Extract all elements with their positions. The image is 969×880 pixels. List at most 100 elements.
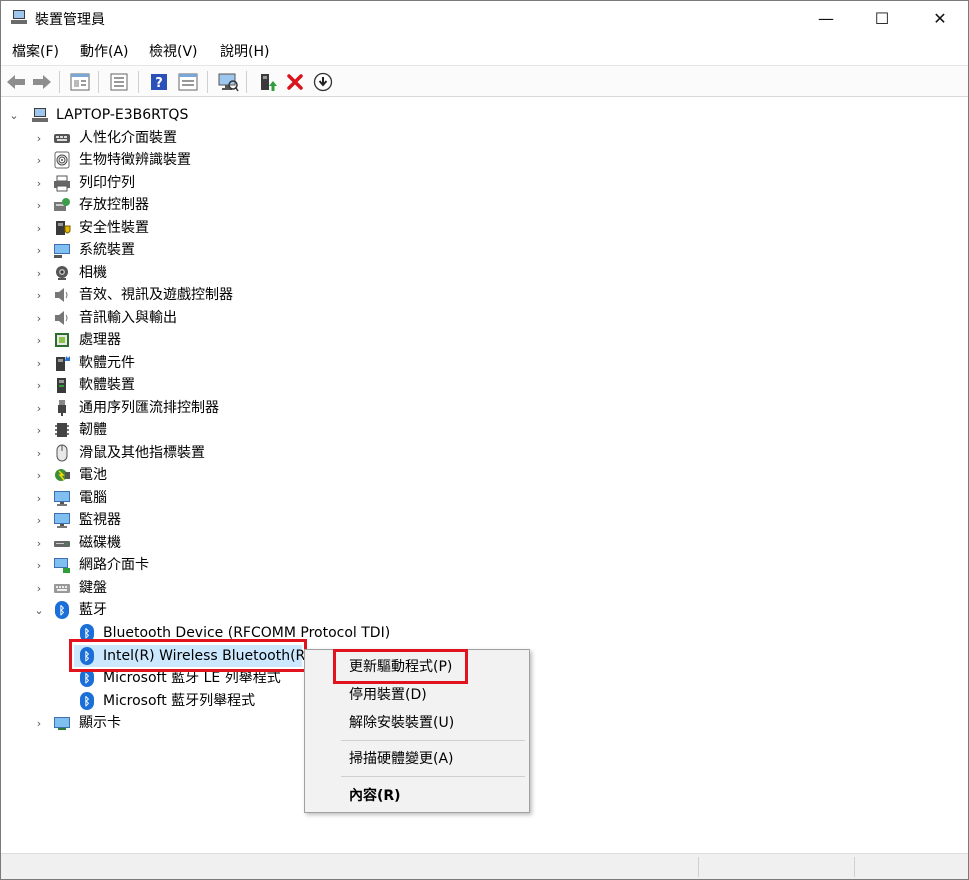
menu-file[interactable]: 檔案(F) bbox=[12, 41, 59, 61]
device-list-button[interactable] bbox=[108, 71, 130, 93]
forward-button[interactable] bbox=[31, 71, 53, 93]
device-manager-icon bbox=[11, 10, 27, 24]
tree-category-disk-drive[interactable]: › 磁碟機 bbox=[1, 532, 321, 554]
chevron-right-icon[interactable]: › bbox=[32, 149, 46, 171]
chevron-right-icon[interactable]: › bbox=[32, 712, 46, 734]
disable-device-button[interactable] bbox=[312, 71, 334, 93]
close-button[interactable]: ✕ bbox=[912, 1, 968, 35]
menu-view[interactable]: 檢視(V) bbox=[149, 41, 198, 61]
chevron-right-icon[interactable]: › bbox=[32, 284, 46, 306]
tree-item-label: 存放控制器 bbox=[79, 197, 149, 213]
context-menu: 更新驅動程式(P) 停用裝置(D) 解除安裝裝置(U) 掃描硬體變更(A) 內容… bbox=[304, 649, 530, 813]
chevron-right-icon[interactable]: › bbox=[32, 464, 46, 486]
bluetooth-icon: ᛒ bbox=[80, 647, 94, 665]
tree-item-label: 相機 bbox=[79, 265, 107, 281]
chevron-right-icon[interactable]: › bbox=[32, 532, 46, 554]
chevron-right-icon[interactable]: › bbox=[32, 127, 46, 149]
system-device-icon bbox=[54, 244, 70, 258]
tree-item-bt-le-enum[interactable]: ᛒ Microsoft 藍牙 LE 列舉程式 bbox=[1, 667, 301, 689]
tree-category-audio-io[interactable]: › 音訊輸入與輸出 bbox=[1, 307, 321, 329]
uninstall-button[interactable] bbox=[284, 71, 306, 93]
tree-category-display-adapter[interactable]: › 顯示卡 bbox=[1, 712, 301, 734]
tree-category-firmware[interactable]: › 韌體 bbox=[1, 419, 321, 441]
security-device-icon bbox=[56, 221, 71, 235]
tree-category-security-device[interactable]: › 安全性裝置 bbox=[1, 217, 321, 239]
minimize-button[interactable]: — bbox=[798, 1, 854, 35]
chevron-right-icon[interactable]: › bbox=[32, 352, 46, 374]
properties-view-button[interactable] bbox=[69, 71, 91, 93]
bluetooth-icon: ᛒ bbox=[80, 624, 94, 642]
tree-category-speaker[interactable]: › 音效、視訊及遊戲控制器 bbox=[1, 284, 321, 306]
chevron-right-icon[interactable]: › bbox=[32, 262, 46, 284]
tree-category-processor[interactable]: › 處理器 bbox=[1, 329, 321, 351]
chevron-down-icon[interactable]: ⌄ bbox=[32, 599, 46, 621]
tree-category-keyboard[interactable]: › 鍵盤 bbox=[1, 577, 321, 599]
tree-category-usb[interactable]: › 通用序列匯流排控制器 bbox=[1, 397, 321, 419]
tree-root[interactable]: ⌄ LAPTOP-E3B6RTQS bbox=[1, 104, 301, 126]
tree-item-label: 軟體裝置 bbox=[79, 377, 135, 393]
tree-item-bt-rfcomm[interactable]: ᛒ Bluetooth Device (RFCOMM Protocol TDI) bbox=[1, 622, 421, 644]
chevron-right-icon[interactable]: › bbox=[32, 397, 46, 419]
menu-action[interactable]: 動作(A) bbox=[80, 41, 129, 61]
back-button[interactable] bbox=[5, 71, 27, 93]
help-icon: ? bbox=[151, 74, 167, 91]
tree-item-label: 音效、視訊及遊戲控制器 bbox=[79, 287, 233, 303]
usb-icon bbox=[58, 400, 66, 416]
tree-category-network-adapter[interactable]: › 網路介面卡 bbox=[1, 554, 321, 576]
tree-category-fingerprint[interactable]: › 生物特徵辨識裝置 bbox=[1, 149, 321, 171]
ctx-scan-hardware[interactable]: 掃描硬體變更(A) bbox=[305, 745, 529, 773]
uninstall-icon bbox=[287, 74, 303, 90]
bluetooth-icon: ᛒ bbox=[55, 601, 69, 619]
forward-arrow-icon bbox=[33, 75, 51, 89]
tree-item-label: 網路介面卡 bbox=[79, 557, 149, 573]
tree-category-camera[interactable]: › 相機 bbox=[1, 262, 321, 284]
tree-item-label: Bluetooth Device (RFCOMM Protocol TDI) bbox=[103, 625, 391, 641]
ctx-update-driver[interactable]: 更新驅動程式(P) bbox=[305, 653, 529, 681]
tree-category-system-device[interactable]: › 系統裝置 bbox=[1, 239, 321, 261]
view-button[interactable] bbox=[177, 71, 199, 93]
tree-category-hid[interactable]: › 人性化介面裝置 bbox=[1, 127, 321, 149]
chevron-right-icon[interactable]: › bbox=[32, 217, 46, 239]
fingerprint-icon bbox=[54, 151, 70, 169]
chevron-right-icon[interactable]: › bbox=[32, 307, 46, 329]
chevron-right-icon[interactable]: › bbox=[32, 577, 46, 599]
tree-category-mouse[interactable]: › 滑鼠及其他指標裝置 bbox=[1, 442, 321, 464]
chevron-right-icon[interactable]: › bbox=[32, 239, 46, 261]
chevron-right-icon[interactable]: › bbox=[32, 329, 46, 351]
help-button[interactable]: ? bbox=[148, 71, 170, 93]
ctx-disable-device[interactable]: 停用裝置(D) bbox=[305, 681, 529, 709]
update-driver-button[interactable] bbox=[256, 71, 278, 93]
minimize-icon: — bbox=[818, 8, 834, 28]
chevron-right-icon[interactable]: › bbox=[32, 509, 46, 531]
tree-category-software-component[interactable]: › 軟體元件 bbox=[1, 352, 321, 374]
tree-category-computer[interactable]: › 電腦 bbox=[1, 487, 321, 509]
chevron-right-icon[interactable]: › bbox=[32, 374, 46, 396]
tree-item-label: 系統裝置 bbox=[79, 242, 135, 258]
maximize-button[interactable]: ☐ bbox=[854, 1, 910, 35]
tree-category-software-device[interactable]: › 軟體裝置 bbox=[1, 374, 321, 396]
tree-category-battery[interactable]: › 電池 bbox=[1, 464, 321, 486]
hid-icon bbox=[54, 134, 70, 143]
tree-item-bt-intel[interactable]: ᛒ Intel(R) Wireless Bluetooth(R) bbox=[74, 645, 311, 667]
tree-category-storage-controller[interactable]: › 存放控制器 bbox=[1, 194, 321, 216]
menu-help[interactable]: 說明(H) bbox=[220, 41, 269, 61]
chevron-right-icon[interactable]: › bbox=[32, 419, 46, 441]
chevron-right-icon[interactable]: › bbox=[32, 442, 46, 464]
chevron-right-icon[interactable]: › bbox=[32, 554, 46, 576]
display-adapter-icon bbox=[54, 717, 70, 730]
ctx-properties[interactable]: 內容(R) bbox=[305, 782, 529, 810]
chevron-down-icon[interactable]: ⌄ bbox=[7, 104, 21, 126]
tree-category-printer[interactable]: › 列印佇列 bbox=[1, 172, 321, 194]
scan-hardware-button[interactable] bbox=[217, 71, 239, 93]
tree-category-monitor[interactable]: › 監視器 bbox=[1, 509, 321, 531]
tree-category-bluetooth[interactable]: ⌄ ᛒ 藍牙 bbox=[1, 599, 321, 621]
tree-item-label: 生物特徵辨識裝置 bbox=[79, 152, 191, 168]
device-list-icon bbox=[110, 73, 128, 91]
tree-item-bt-enum[interactable]: ᛒ Microsoft 藍牙列舉程式 bbox=[1, 690, 301, 712]
chevron-right-icon[interactable]: › bbox=[32, 172, 46, 194]
ctx-uninstall-device[interactable]: 解除安裝裝置(U) bbox=[305, 709, 529, 737]
menu-bar: 檔案(F) 動作(A) 檢視(V) 說明(H) bbox=[1, 37, 968, 63]
chevron-right-icon[interactable]: › bbox=[32, 487, 46, 509]
printer-icon bbox=[54, 175, 70, 192]
chevron-right-icon[interactable]: › bbox=[32, 194, 46, 216]
